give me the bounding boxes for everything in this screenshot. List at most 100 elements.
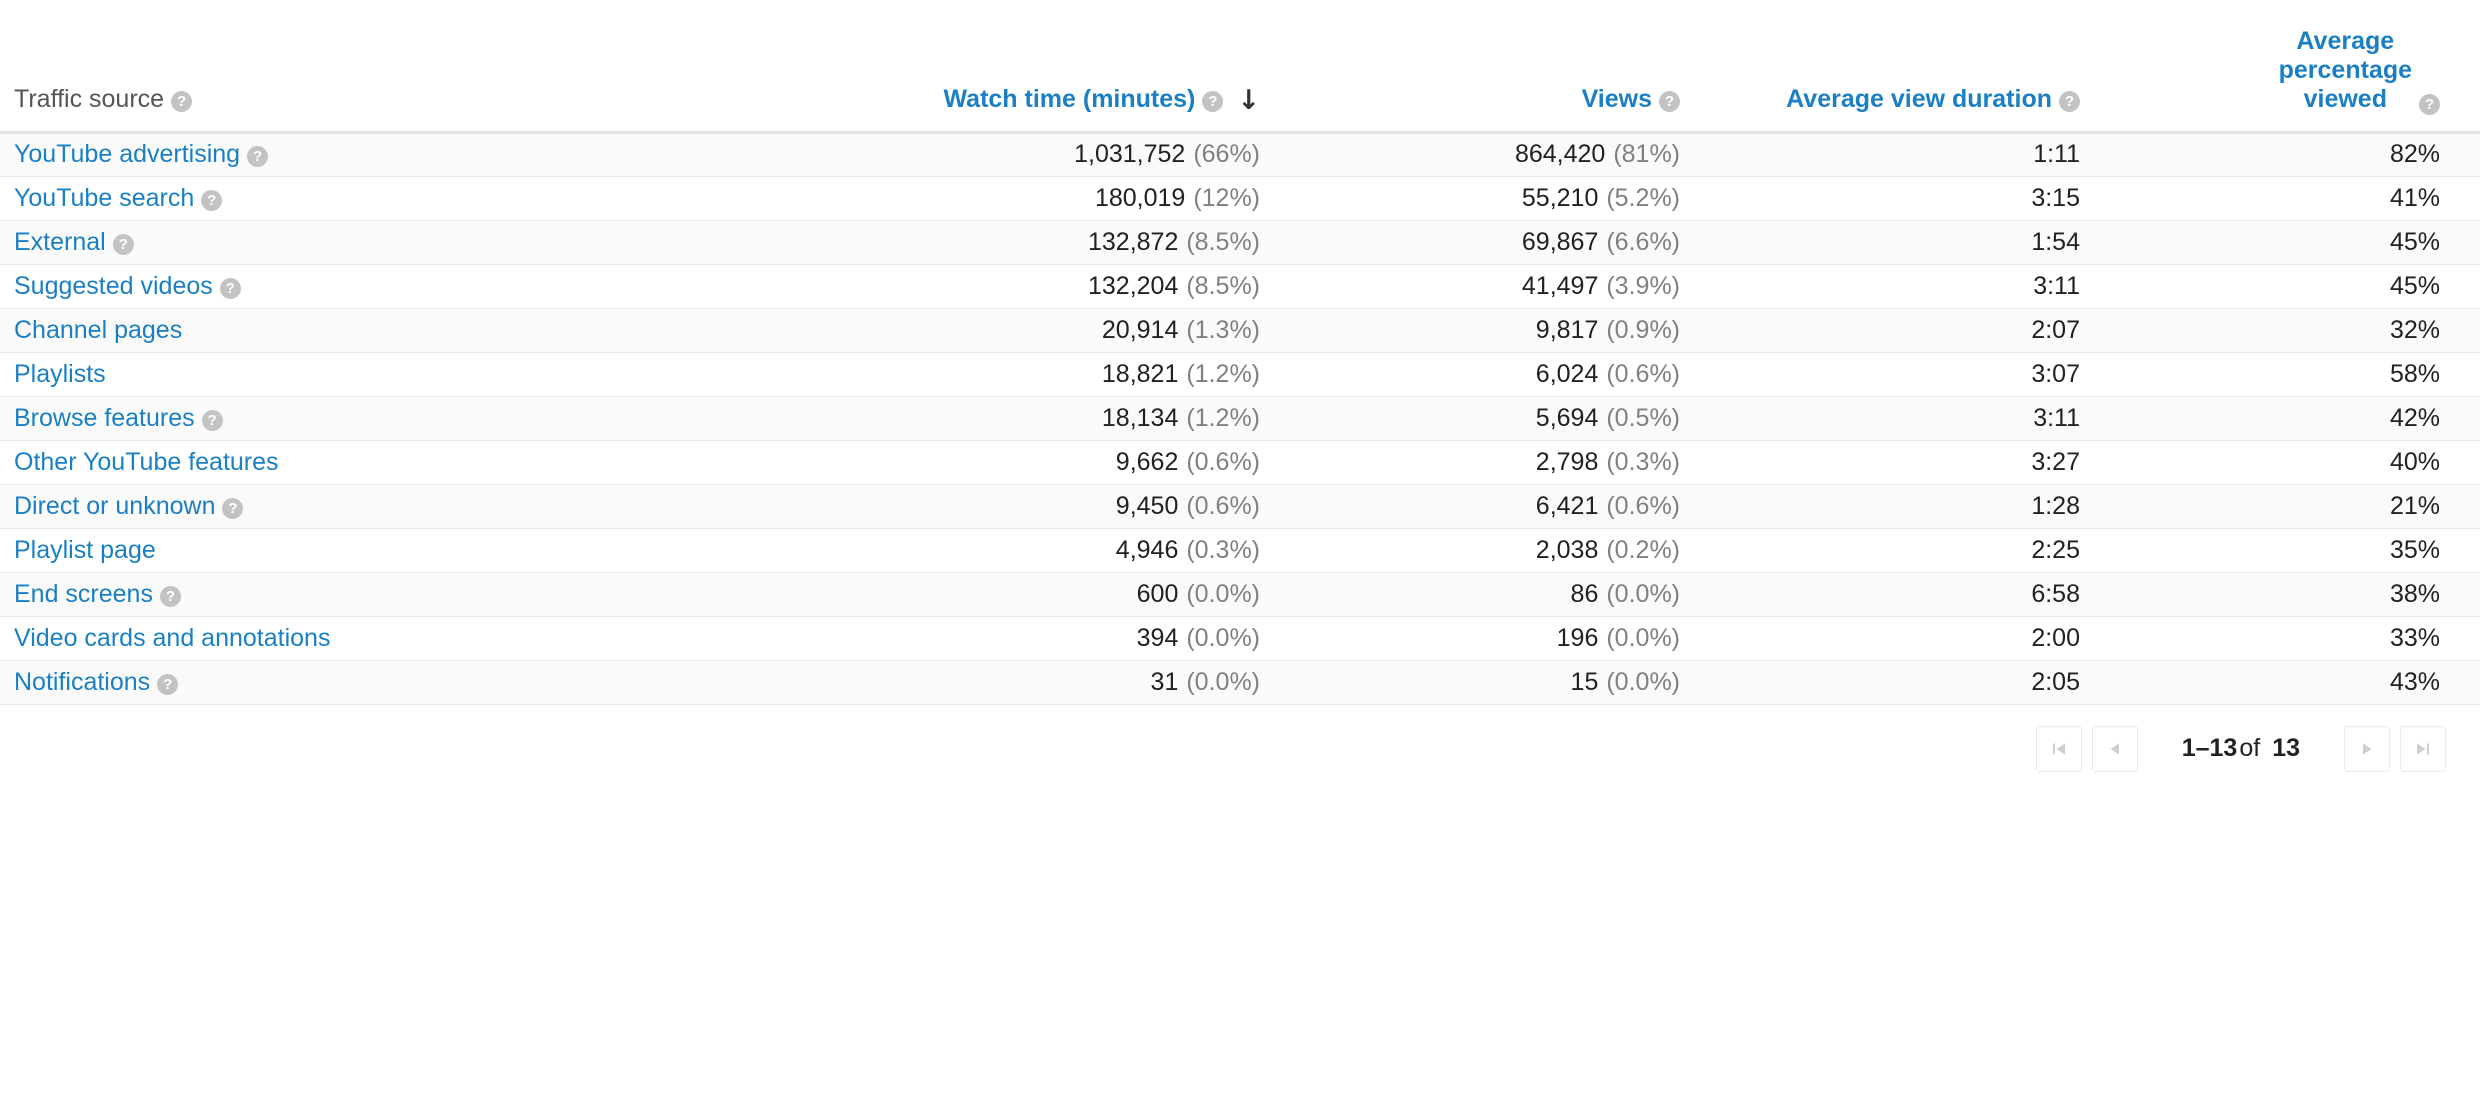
help-icon-row[interactable]: ? (202, 410, 223, 431)
cell-average-percentage-viewed: 21% (2120, 484, 2480, 528)
column-header-average-percentage-viewed-lines: Average percentage viewed (2279, 27, 2412, 115)
views-percent: (0.0%) (1606, 580, 1680, 608)
cell-watch-time: 9,662(0.6%) (880, 440, 1300, 484)
watch-time-percent: (1.2%) (1186, 360, 1260, 388)
cell-traffic-source: Suggested videos? (0, 264, 880, 308)
cell-average-percentage-viewed: 32% (2120, 308, 2480, 352)
table-row: Channel pages20,914(1.3%)9,817(0.9%)2:07… (0, 308, 2480, 352)
views-percent: (0.0%) (1606, 668, 1680, 696)
views-value: 9,817 (1536, 316, 1599, 344)
views-percent: (0.9%) (1606, 316, 1680, 344)
average-percentage-viewed-value: 35% (2390, 536, 2440, 564)
views-value: 69,867 (1522, 228, 1598, 256)
column-header-average-percentage-viewed[interactable]: Average percentage viewed ? (2120, 0, 2480, 132)
views-percent: (0.6%) (1606, 360, 1680, 388)
sort-descending-arrow-icon[interactable]: ↓ (1237, 87, 1260, 114)
views-value: 5,694 (1536, 404, 1599, 432)
cell-watch-time: 31(0.0%) (880, 660, 1300, 704)
views-percent: (81%) (1613, 140, 1680, 168)
watch-time-percent: (12%) (1193, 184, 1260, 212)
cell-average-percentage-viewed: 42% (2120, 396, 2480, 440)
traffic-source-link[interactable]: Playlist page (14, 536, 156, 564)
cell-watch-time: 394(0.0%) (880, 616, 1300, 660)
watch-time-percent: (1.2%) (1186, 404, 1260, 432)
table-row: Playlists18,821(1.2%)6,024(0.6%)3:0758% (0, 352, 2480, 396)
average-percentage-viewed-value: 40% (2390, 448, 2440, 476)
help-icon-row[interactable]: ? (222, 498, 243, 519)
column-header-traffic-source[interactable]: Traffic source? (0, 0, 880, 132)
last-page-button[interactable] (2400, 726, 2446, 772)
pagination-total: 13 (2272, 734, 2300, 762)
traffic-source-link[interactable]: YouTube advertising (14, 140, 240, 168)
cell-traffic-source: End screens? (0, 572, 880, 616)
table-body: YouTube advertising?1,031,752(66%)864,42… (0, 132, 2480, 704)
first-page-button[interactable] (2036, 726, 2082, 772)
help-icon-row[interactable]: ? (157, 674, 178, 695)
cell-views: 5,694(0.5%) (1300, 396, 1720, 440)
help-icon-row[interactable]: ? (160, 586, 181, 607)
next-page-button[interactable] (2344, 726, 2390, 772)
average-view-duration-value: 2:00 (2031, 624, 2080, 652)
first-page-icon (2050, 740, 2068, 758)
traffic-source-link[interactable]: External (14, 228, 106, 256)
average-view-duration-value: 2:07 (2031, 316, 2080, 344)
help-icon-row[interactable]: ? (247, 146, 268, 167)
views-value: 86 (1571, 580, 1599, 608)
traffic-source-link[interactable]: Channel pages (14, 316, 182, 344)
help-icon-row[interactable]: ? (201, 190, 222, 211)
traffic-source-link[interactable]: Notifications (14, 668, 150, 696)
help-icon-watch-time[interactable]: ? (1202, 91, 1223, 112)
help-icon-traffic-source[interactable]: ? (171, 91, 192, 112)
traffic-source-link[interactable]: Video cards and annotations (14, 624, 330, 652)
traffic-source-link[interactable]: Other YouTube features (14, 448, 279, 476)
watch-time-value: 18,821 (1102, 360, 1178, 388)
column-header-views[interactable]: Views? (1300, 0, 1720, 132)
cell-views: 69,867 (6.6%) (1300, 220, 1720, 264)
average-view-duration-value: 2:25 (2031, 536, 2080, 564)
traffic-source-link[interactable]: Suggested videos (14, 272, 213, 300)
table-row: End screens?600(0.0%)86(0.0%)6:5838% (0, 572, 2480, 616)
cell-views: 2,038(0.2%) (1300, 528, 1720, 572)
cell-average-percentage-viewed: 40% (2120, 440, 2480, 484)
cell-traffic-source: Playlist page (0, 528, 880, 572)
views-value: 55,210 (1522, 184, 1598, 212)
cell-average-view-duration: 2:25 (1720, 528, 2120, 572)
cell-views: 86(0.0%) (1300, 572, 1720, 616)
cell-traffic-source: YouTube advertising? (0, 132, 880, 176)
average-percentage-viewed-value: 45% (2390, 272, 2440, 300)
average-percentage-viewed-value: 58% (2390, 360, 2440, 388)
help-icon-views[interactable]: ? (1659, 91, 1680, 112)
help-icon-row[interactable]: ? (113, 234, 134, 255)
cell-traffic-source: Channel pages (0, 308, 880, 352)
cell-traffic-source: Direct or unknown? (0, 484, 880, 528)
cell-average-percentage-viewed: 58% (2120, 352, 2480, 396)
cell-average-percentage-viewed: 43% (2120, 660, 2480, 704)
traffic-source-link[interactable]: End screens (14, 580, 153, 608)
cell-watch-time: 600(0.0%) (880, 572, 1300, 616)
average-percentage-viewed-value: 41% (2390, 184, 2440, 212)
cell-average-view-duration: 6:58 (1720, 572, 2120, 616)
traffic-source-link[interactable]: YouTube search (14, 184, 194, 212)
traffic-source-link[interactable]: Playlists (14, 360, 106, 388)
help-icon-average-view-duration[interactable]: ? (2059, 91, 2080, 112)
help-icon-average-percentage-viewed[interactable]: ? (2419, 94, 2440, 115)
watch-time-percent: (0.3%) (1186, 536, 1260, 564)
help-icon-row[interactable]: ? (220, 278, 241, 299)
average-percentage-viewed-value: 43% (2390, 668, 2440, 696)
watch-time-percent: (0.0%) (1186, 624, 1260, 652)
views-value: 2,798 (1536, 448, 1599, 476)
cell-watch-time: 9,450(0.6%) (880, 484, 1300, 528)
watch-time-percent: (8.5%) (1186, 272, 1260, 300)
traffic-source-link[interactable]: Direct or unknown (14, 492, 215, 520)
last-page-icon (2414, 740, 2432, 758)
cell-traffic-source: Notifications? (0, 660, 880, 704)
column-header-average-view-duration[interactable]: Average view duration? (1720, 0, 2120, 132)
cell-average-percentage-viewed: 38% (2120, 572, 2480, 616)
cell-average-view-duration: 2:05 (1720, 660, 2120, 704)
traffic-source-link[interactable]: Browse features (14, 404, 195, 432)
average-percentage-viewed-value: 21% (2390, 492, 2440, 520)
cell-average-view-duration: 2:00 (1720, 616, 2120, 660)
views-percent: (6.6%) (1606, 228, 1680, 256)
previous-page-button[interactable] (2092, 726, 2138, 772)
column-header-watch-time[interactable]: Watch time (minutes)?↓ (880, 0, 1300, 132)
